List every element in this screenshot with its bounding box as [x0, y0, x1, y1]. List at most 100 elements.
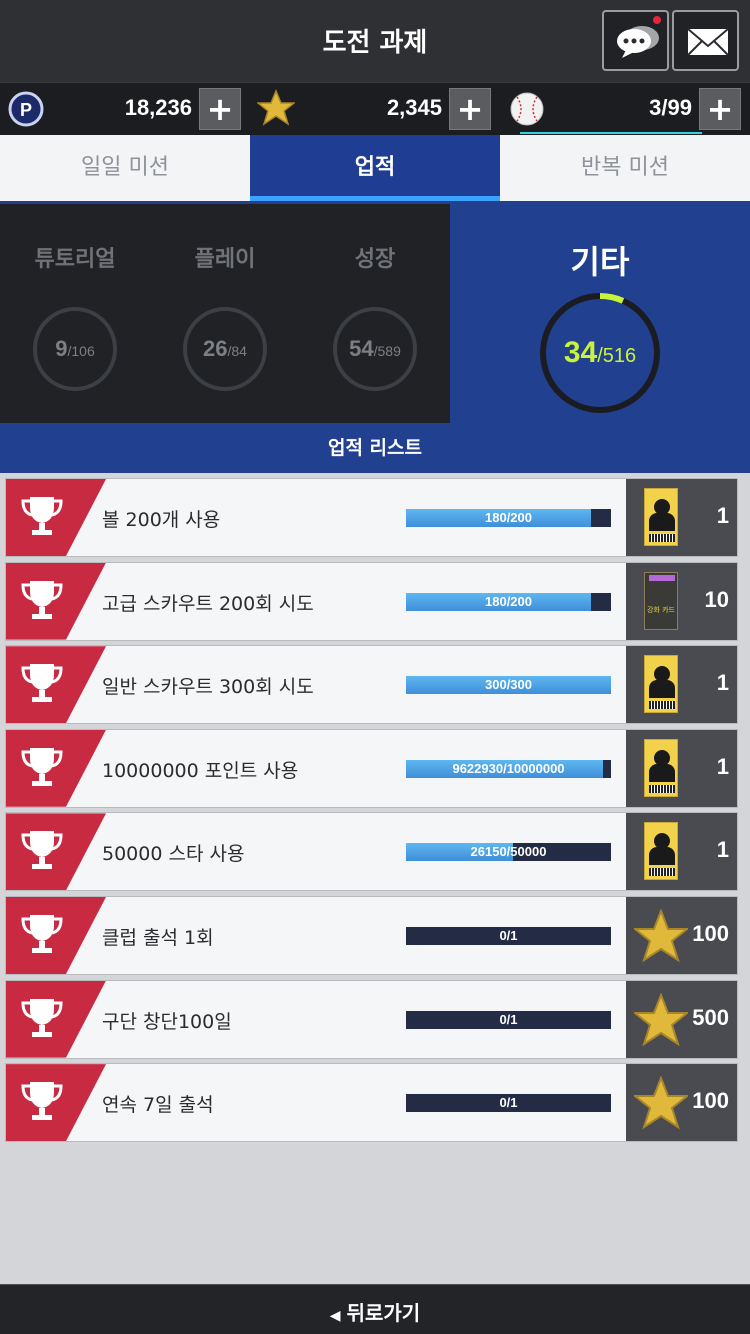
achievement-label: 연속 7일 출석 — [102, 1094, 214, 1117]
trophy-icon — [20, 1078, 64, 1128]
mail-button[interactable] — [672, 10, 739, 71]
mission-tabs: 일일 미션 업적 반복 미션 — [0, 135, 750, 201]
stars-value: 2,345 — [386, 95, 442, 120]
tab-daily[interactable]: 일일 미션 — [0, 135, 250, 201]
list-title: 업적 리스트 — [327, 437, 422, 459]
progress-text: 9622930/10000000 — [452, 760, 565, 776]
reward-quantity: 100 — [692, 920, 729, 946]
chat-button[interactable] — [602, 10, 669, 71]
reward-quantity: 1 — [716, 837, 729, 863]
reward-box: 100 — [626, 1064, 737, 1142]
progress-bar: 180/200 — [406, 509, 611, 527]
star-icon — [632, 991, 690, 1051]
baseball-icon — [509, 91, 545, 127]
category-label: 성장 — [354, 247, 396, 272]
reward-box: 1 — [626, 813, 737, 891]
balls-value: 3/99 — [649, 95, 692, 120]
add-balls-button[interactable]: + — [699, 88, 741, 130]
reward-box: 1 — [626, 729, 737, 807]
category-count: 34/516 — [563, 336, 637, 369]
points-value: 18,236 — [124, 95, 192, 120]
achievement-label: 구단 창단100일 — [102, 1010, 232, 1033]
achievement-row[interactable]: 클럽 출석 1회 0/1 100 — [5, 895, 738, 975]
points-icon: P — [8, 91, 44, 127]
points-letter: P — [20, 100, 32, 120]
star-icon — [632, 1075, 690, 1134]
category-play[interactable]: 플레이 26/84 — [150, 241, 300, 391]
category-label: 기타 — [570, 243, 630, 281]
achievement-row[interactable]: 50000 스타 사용 26150/50000 1 — [5, 812, 738, 892]
achievement-label: 50000 스타 사용 — [102, 843, 245, 866]
trophy-icon — [20, 660, 64, 710]
progress-bar: 0/1 — [406, 1094, 611, 1113]
achievement-label: 클럽 출석 1회 — [102, 926, 214, 949]
premium-card-icon: 강화 카드 — [644, 571, 678, 630]
add-points-button[interactable]: + — [199, 88, 241, 130]
reward-quantity: 1 — [716, 753, 729, 779]
reward-box: 500 — [626, 980, 737, 1058]
progress-text: 180/200 — [485, 593, 532, 609]
trophy-icon — [20, 744, 64, 794]
progress-text: 0/1 — [499, 927, 518, 943]
star-icon — [632, 908, 690, 967]
progress-bar: 26150/50000 — [406, 843, 611, 862]
reward-box: 100 — [626, 896, 737, 974]
reward-quantity: 10 — [704, 586, 729, 612]
achievement-label: 고급 스카우트 200회 시도 — [102, 592, 314, 615]
reward-box: 강화 카드 10 — [626, 562, 737, 640]
progress-bar: 180/200 — [406, 592, 611, 611]
trophy-icon — [20, 577, 64, 627]
back-arrow-icon: ◀ — [329, 1308, 341, 1324]
reward-box: 1 — [626, 646, 737, 724]
achievement-row[interactable]: 일반 스카우트 300회 시도 300/300 1 — [5, 645, 738, 725]
category-count: 26/84 — [203, 336, 247, 361]
reward-box: 1 — [626, 479, 737, 556]
category-panel: 튜토리얼 9/106 플레이 26/84 성장 54/589 기타 34/516… — [0, 201, 750, 473]
title-bar: 도전 과제 — [0, 0, 750, 82]
progress-bar: 9622930/10000000 — [406, 759, 611, 778]
player-card-icon — [644, 822, 678, 881]
category-tutorial[interactable]: 튜토리얼 9/106 — [0, 241, 150, 391]
progress-text: 300/300 — [485, 677, 532, 693]
player-card-icon — [644, 488, 678, 546]
achievement-label: 10000000 포인트 사용 — [102, 759, 299, 782]
reward-quantity: 100 — [692, 1088, 729, 1114]
add-stars-button[interactable]: + — [449, 88, 491, 130]
trophy-icon — [20, 827, 64, 877]
category-label: 튜토리얼 — [34, 247, 116, 272]
category-label: 플레이 — [194, 247, 256, 272]
achievement-label: 일반 스카우트 300회 시도 — [102, 676, 314, 699]
achievement-label: 볼 200개 사용 — [102, 509, 221, 531]
player-card-icon — [644, 655, 678, 714]
tab-achievements[interactable]: 업적 — [250, 135, 500, 201]
trophy-icon — [20, 995, 64, 1045]
category-growth[interactable]: 성장 54/589 — [300, 241, 450, 391]
trophy-icon — [20, 911, 64, 961]
progress-text: 180/200 — [485, 510, 532, 525]
progress-text: 0/1 — [499, 1011, 518, 1027]
achievement-row[interactable]: 구단 창단100일 0/1 500 — [5, 979, 738, 1059]
achievement-row[interactable]: 고급 스카우트 200회 시도 180/200 강화 카드 10 — [5, 561, 738, 641]
progress-bar: 0/1 — [406, 926, 611, 945]
back-label: 뒤로가기 — [346, 1301, 421, 1325]
card-caption: 강화 카드 — [647, 605, 675, 614]
back-button[interactable]: ◀ 뒤로가기 — [0, 1297, 750, 1326]
progress-text: 0/1 — [499, 1095, 518, 1111]
progress-bar: 300/300 — [406, 676, 611, 695]
achievement-list: 볼 200개 사용 180/200 1 고급 스카우트 200회 시도 180/… — [5, 478, 738, 1147]
tab-repeat[interactable]: 반복 미션 — [500, 135, 750, 201]
reward-quantity: 500 — [692, 1004, 729, 1030]
category-count: 54/589 — [349, 336, 401, 361]
achievement-row[interactable]: 10000000 포인트 사용 9622930/10000000 1 — [5, 728, 738, 808]
reward-quantity: 1 — [716, 503, 729, 528]
achievement-row[interactable]: 연속 7일 출석 0/1 100 — [5, 1063, 738, 1143]
achievement-row[interactable]: 볼 200개 사용 180/200 1 — [5, 478, 738, 557]
category-count: 9/106 — [55, 336, 95, 361]
progress-text: 26150/50000 — [470, 844, 547, 860]
trophy-icon — [20, 493, 64, 543]
reward-quantity: 1 — [716, 670, 729, 696]
footer-bar: ◀ 뒤로가기 — [0, 1284, 750, 1334]
star-icon — [255, 89, 297, 126]
balls-gauge — [520, 132, 702, 134]
progress-bar: 0/1 — [406, 1010, 611, 1029]
